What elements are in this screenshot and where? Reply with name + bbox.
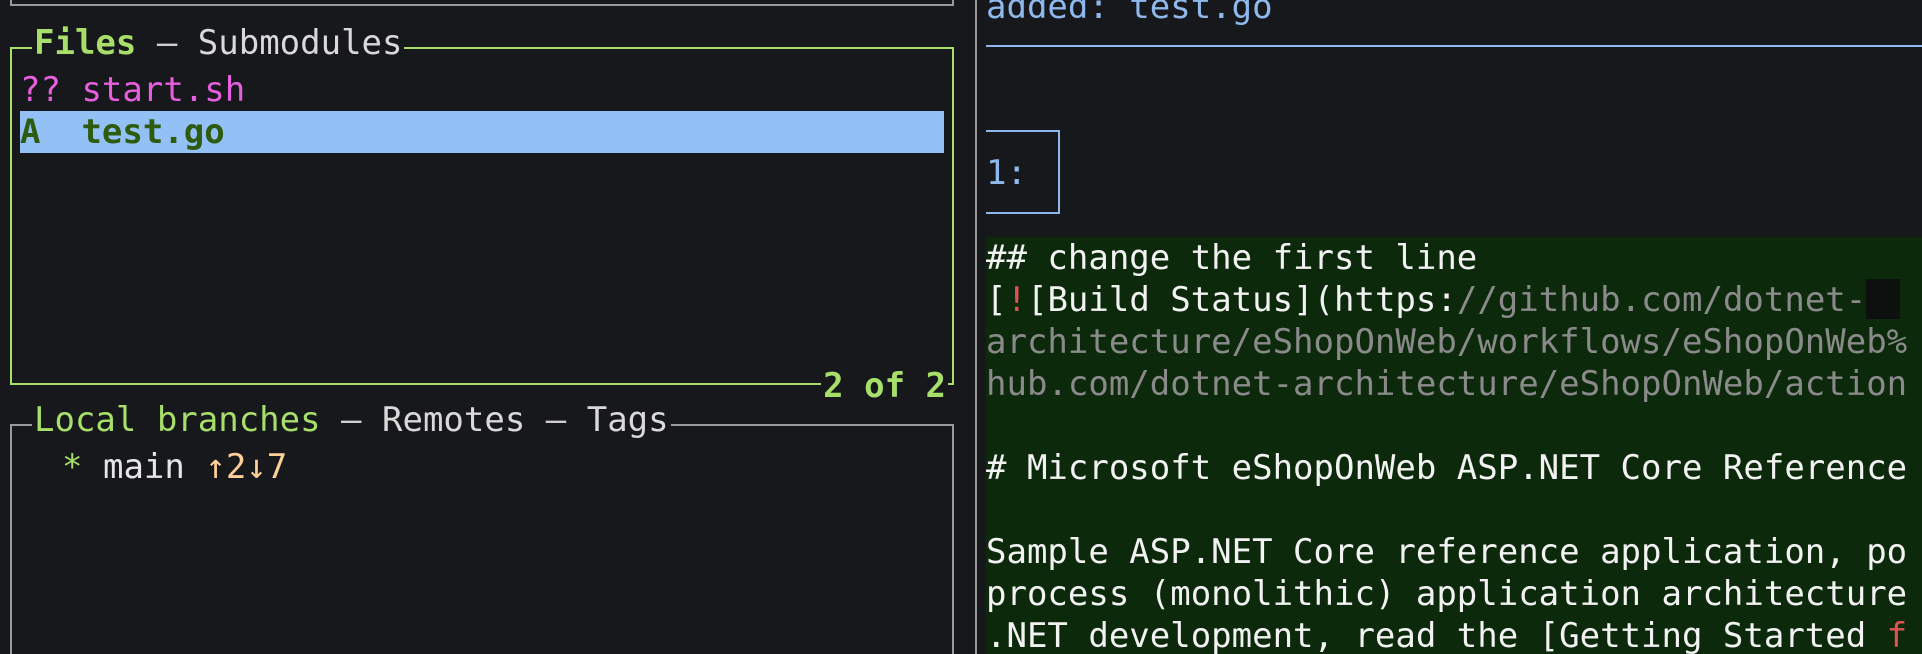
tab-tags[interactable]: Tags	[587, 400, 669, 440]
tab-files[interactable]: Files	[34, 23, 136, 63]
tab-submodules[interactable]: Submodules	[198, 23, 403, 63]
ahead-behind-indicator: ↑2↓7	[205, 447, 288, 487]
code-text: [	[986, 280, 1007, 320]
diff-header-rule	[986, 45, 1922, 47]
code-text: [Build Status](https:	[1026, 280, 1457, 320]
diff-file-header: added: test.go	[986, 0, 1273, 27]
cursor-block	[1866, 279, 1901, 319]
branches-panel[interactable]: Local branches – Remotes – Tags * main ↑…	[10, 399, 954, 654]
tab-separator: –	[136, 23, 198, 63]
diff-line: process (monolithic) application archite…	[986, 574, 1908, 614]
diff-line: [![Build Status](https://github.com/dotn…	[986, 279, 1901, 321]
tab-separator: –	[320, 400, 382, 440]
tab-separator: –	[525, 400, 587, 440]
files-panel[interactable]: Files – Submodules ?? start.sh A test.go…	[10, 22, 954, 407]
tab-remotes[interactable]: Remotes	[382, 400, 525, 440]
diff-line: hub.com/dotnet-architecture/eShopOnWeb/a…	[986, 364, 1908, 404]
file-status: A	[20, 112, 61, 152]
code-text: f	[1886, 616, 1908, 654]
diff-line: .NET development, read the [Getting Star…	[986, 615, 1907, 654]
panel-divider	[975, 0, 977, 654]
files-panel-title: Files – Submodules	[32, 22, 405, 64]
branch-row-main[interactable]: * main ↑2↓7	[62, 446, 287, 488]
tab-local-branches[interactable]: Local branches	[34, 400, 321, 440]
file-row-test-go-selected[interactable]: A test.go	[20, 111, 944, 153]
line-number: 1:	[986, 153, 1027, 193]
file-name: start.sh	[81, 70, 246, 110]
file-row-start-sh[interactable]: ?? start.sh	[20, 69, 245, 111]
status-panel-edge	[10, 0, 954, 6]
code-text: !	[1006, 280, 1027, 320]
file-status: ??	[20, 70, 61, 110]
code-text: .NET development, read the [Getting Star…	[986, 616, 1887, 654]
file-name: test.go	[81, 112, 225, 152]
diff-line: Sample ASP.NET Core reference applicatio…	[986, 532, 1908, 572]
diff-line: architecture/eShopOnWeb/workflows/eShopO…	[986, 322, 1908, 362]
diff-line: # Microsoft eShopOnWeb ASP.NET Core Refe…	[986, 448, 1908, 488]
code-text: //github.com/dotnet-	[1456, 280, 1867, 320]
branch-name: main	[102, 447, 185, 487]
added-lines-block: ## change the first line [![Build Status…	[986, 237, 1922, 654]
branches-panel-title: Local branches – Remotes – Tags	[32, 399, 671, 441]
current-branch-marker: *	[62, 447, 83, 487]
files-count: 2 of 2	[821, 365, 948, 407]
diff-view[interactable]: added: test.go 1: ## change the first li…	[986, 0, 1922, 654]
lazygit-window: Files – Submodules ?? start.sh A test.go…	[0, 0, 1922, 654]
diff-line: ## change the first line	[986, 238, 1478, 278]
